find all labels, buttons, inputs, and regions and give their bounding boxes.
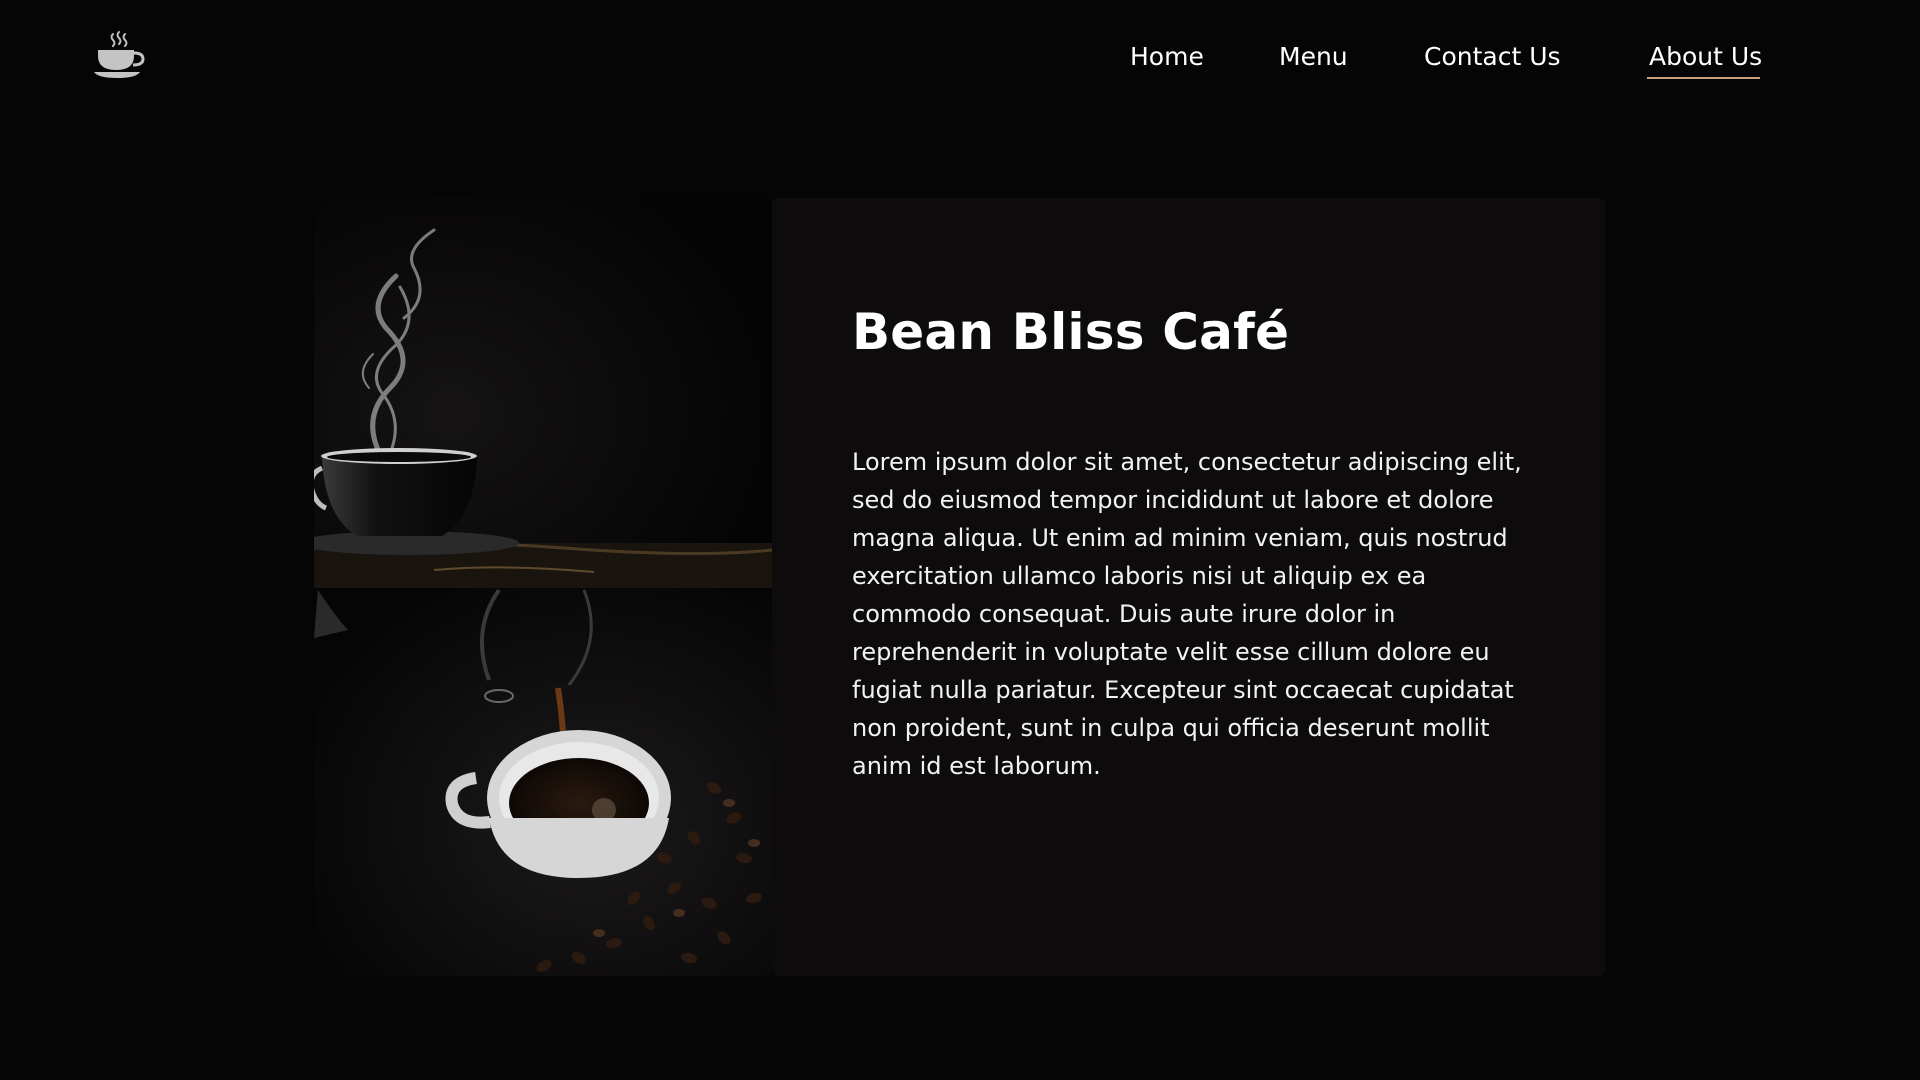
- main-nav: Home Menu Contact Us About Us: [0, 40, 1920, 80]
- cafe-title: Bean Bliss Café: [852, 303, 1290, 361]
- nav-menu-link[interactable]: Menu: [1279, 40, 1348, 74]
- nav-home-link[interactable]: Home: [1130, 40, 1204, 74]
- about-card: Bean Bliss Café Lorem ipsum dolor sit am…: [772, 198, 1605, 976]
- about-section: Bean Bliss Café Lorem ipsum dolor sit am…: [314, 198, 1605, 976]
- nav-about-link[interactable]: About Us: [1646, 40, 1762, 79]
- coffee-photo: [314, 198, 772, 976]
- navbar: Home Menu Contact Us About Us: [0, 0, 1920, 120]
- cafe-description: Lorem ipsum dolor sit amet, consectetur …: [852, 448, 1522, 780]
- nav-contact-link[interactable]: Contact Us: [1424, 40, 1561, 74]
